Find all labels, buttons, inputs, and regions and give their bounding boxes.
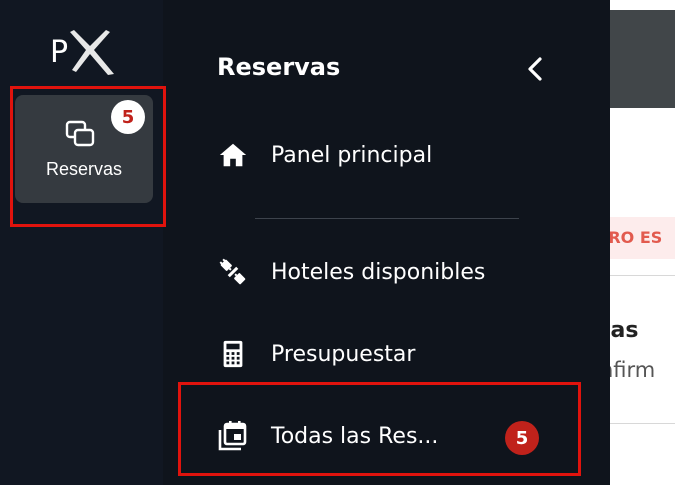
content-heading: tas: [610, 318, 639, 343]
content-divider: [610, 423, 675, 424]
rail-item-reservas[interactable]: Reservas 5: [15, 95, 153, 203]
menu-item-panel-principal[interactable]: Panel principal: [217, 135, 432, 175]
content-divider: [610, 275, 675, 276]
menu-item-hoteles-disponibles[interactable]: Hoteles disponibles: [217, 252, 485, 292]
reservations-icon: [65, 120, 95, 147]
chevron-left-icon[interactable]: [522, 55, 550, 83]
menu-item-todas-las-reservas[interactable]: Todas las Res...: [217, 416, 438, 456]
rail-reservas-badge: 5: [111, 100, 145, 134]
drawer-title: Reservas: [217, 53, 341, 81]
rail-item-label: Reservas: [45, 159, 123, 179]
main-content: RRO ES tas nfirm: [610, 0, 675, 485]
plug-icon: [217, 256, 249, 288]
menu-divider: [255, 218, 519, 219]
calendar-icon: [217, 420, 249, 452]
menu-item-label: Hoteles disponibles: [271, 259, 486, 285]
px-logo: P: [50, 30, 114, 75]
content-subtext: nfirm: [610, 358, 656, 382]
nav-rail: P PX Reservas 5: [0, 0, 163, 485]
menu-item-label: Panel principal: [271, 142, 433, 168]
home-icon: [217, 139, 249, 171]
menu-item-label: Todas las Res...: [271, 423, 439, 449]
alert-text: RRO ES: [610, 228, 663, 247]
content-topbar: [610, 10, 675, 108]
svg-text:P: P: [50, 35, 68, 70]
alert-banner: RRO ES: [610, 217, 675, 259]
menu-item-presupuestar[interactable]: Presupuestar: [217, 334, 415, 374]
logo-text: PX: [0, 0, 1, 1]
calculator-icon: [217, 338, 249, 370]
todas-reservas-badge: 5: [505, 421, 539, 455]
menu-item-label: Presupuestar: [271, 341, 416, 367]
